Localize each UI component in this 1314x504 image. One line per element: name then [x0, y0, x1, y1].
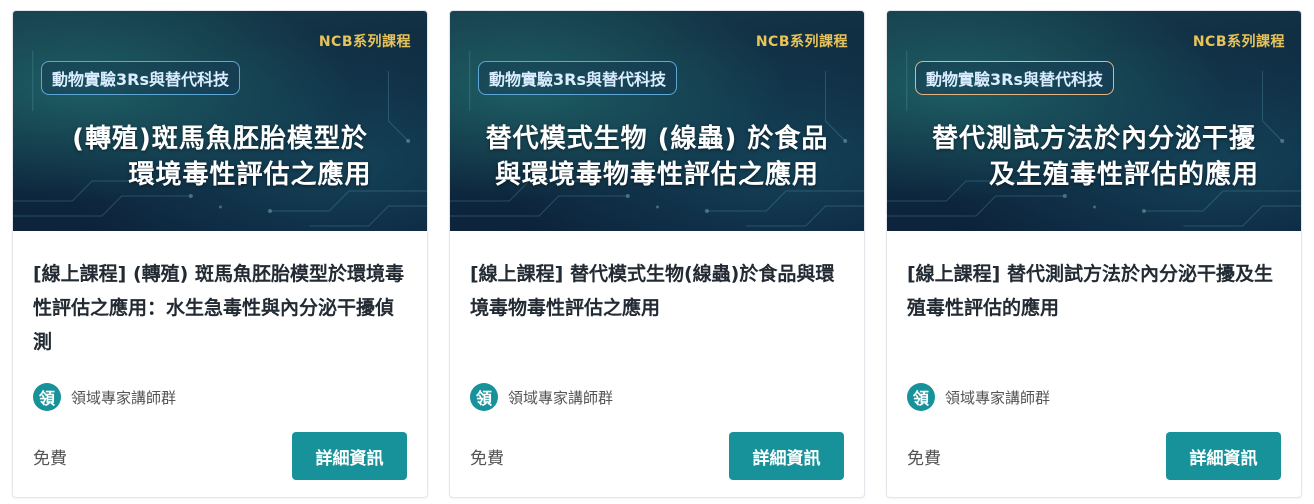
instructor-name: 領域專家講師群	[945, 388, 1051, 407]
details-button[interactable]: 詳細資訊	[729, 432, 844, 480]
course-card-list: NCB系列課程 動物實驗3Rs與替代科技 (轉殖)斑馬魚胚胎模型於 環境毒性評估…	[12, 10, 1302, 498]
course-banner-image[interactable]: NCB系列課程 動物實驗3Rs與替代科技 (轉殖)斑馬魚胚胎模型於 環境毒性評估…	[13, 11, 427, 231]
instructor-avatar: 領	[470, 383, 498, 411]
card-footer: 免費 詳細資訊	[33, 432, 407, 480]
banner-title-line-2: 與環境毒物毒性評估之應用	[494, 160, 819, 190]
series-tag: NCB系列課程	[1192, 34, 1285, 50]
instructor-avatar: 領	[907, 383, 935, 411]
course-title-link[interactable]: [線上課程] 替代測試方法於內分泌干擾及生殖毒性評估的應用	[907, 257, 1281, 369]
banner-title-line-2: 環境毒性評估之應用	[128, 160, 372, 190]
instructor: 領 領域專家講師群	[907, 383, 1050, 411]
category-pill: 動物實驗3Rs與替代科技	[478, 61, 677, 95]
banner-title: 替代測試方法於內分泌干擾 及生殖毒性評估的應用	[887, 121, 1301, 193]
course-banner-image[interactable]: NCB系列課程 動物實驗3Rs與替代科技 替代測試方法於內分泌干擾 及生殖毒性評…	[887, 11, 1301, 231]
series-tag: NCB系列課程	[318, 34, 411, 50]
instructor-name: 領域專家講師群	[71, 388, 177, 407]
series-tag: NCB系列課程	[755, 34, 848, 50]
course-card[interactable]: NCB系列課程 動物實驗3Rs與替代科技 (轉殖)斑馬魚胚胎模型於 環境毒性評估…	[12, 10, 428, 498]
card-footer: 免費 詳細資訊	[470, 432, 844, 480]
banner-title-line-1: (轉殖)斑馬魚胚胎模型於	[72, 124, 368, 154]
instructor: 領 領域專家講師群	[470, 383, 613, 411]
banner-title-line-2: 及生殖毒性評估的應用	[988, 160, 1259, 190]
price-label: 免費	[33, 448, 67, 469]
instructor: 領 領域專家講師群	[33, 383, 176, 411]
instructor-name: 領域專家講師群	[508, 388, 614, 407]
banner-title: 替代模式生物 (線蟲) 於食品 與環境毒物毒性評估之應用	[450, 121, 864, 193]
category-pill: 動物實驗3Rs與替代科技	[41, 61, 240, 95]
course-card[interactable]: NCB系列課程 動物實驗3Rs與替代科技 替代模式生物 (線蟲) 於食品 與環境…	[449, 10, 865, 498]
details-button[interactable]: 詳細資訊	[1166, 432, 1281, 480]
details-button[interactable]: 詳細資訊	[292, 432, 407, 480]
banner-title-line-1: 替代模式生物 (線蟲) 於食品	[485, 124, 829, 154]
course-banner-image[interactable]: NCB系列課程 動物實驗3Rs與替代科技 替代模式生物 (線蟲) 於食品 與環境…	[450, 11, 864, 231]
category-pill: 動物實驗3Rs與替代科技	[915, 61, 1114, 95]
instructor-avatar: 領	[33, 383, 61, 411]
banner-title: (轉殖)斑馬魚胚胎模型於 環境毒性評估之應用	[13, 121, 427, 193]
card-footer: 免費 詳細資訊	[907, 432, 1281, 480]
course-title-link[interactable]: [線上課程] (轉殖) 斑馬魚胚胎模型於環境毒性評估之應用：水生急毒性與內分泌干…	[33, 257, 407, 369]
course-title-link[interactable]: [線上課程] 替代模式生物(線蟲)於食品與環境毒物毒性評估之應用	[470, 257, 844, 369]
price-label: 免費	[470, 448, 504, 469]
price-label: 免費	[907, 448, 941, 469]
banner-title-line-1: 替代測試方法於內分泌干擾	[931, 124, 1256, 154]
course-card[interactable]: NCB系列課程 動物實驗3Rs與替代科技 替代測試方法於內分泌干擾 及生殖毒性評…	[886, 10, 1302, 498]
